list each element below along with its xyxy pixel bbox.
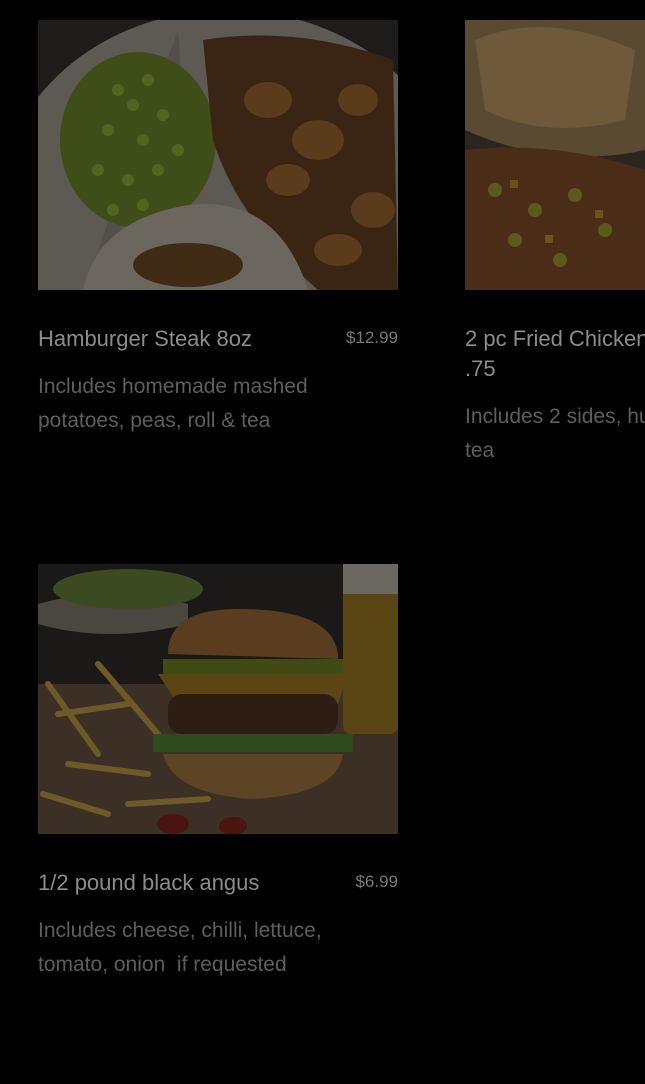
menu-page: Hamburger Steak 8oz $12.99 Includes home…: [0, 0, 645, 1084]
item-title-row: 1/2 pound black angus $6.99: [38, 868, 398, 898]
cheeseburger-photo: [38, 564, 398, 834]
item-price: $6.99: [355, 872, 398, 891]
item-price: $12.99: [346, 328, 398, 347]
item-title-row: Hamburger Steak 8oz $12.99: [38, 324, 398, 354]
item-name: 1/2 pound black angus: [38, 870, 260, 895]
item-description: Includes homemade mashed potatoes, peas,…: [38, 375, 314, 432]
menu-item-card[interactable]: Hamburger Steak 8oz $12.99 Includes home…: [38, 20, 398, 438]
item-title-row: 2 pc Fried Chicken white meat add .75: [465, 324, 645, 384]
menu-item-card[interactable]: 2 pc Fried Chicken white meat add .75 In…: [465, 20, 645, 468]
item-name: Hamburger Steak 8oz: [38, 326, 252, 351]
fried-chicken-photo: [465, 20, 645, 290]
item-name: 2 pc Fried Chicken white meat add .75: [465, 326, 645, 381]
hamburger-steak-photo: [38, 20, 398, 290]
menu-item-card[interactable]: 1/2 pound black angus $6.99 Includes che…: [38, 564, 398, 982]
item-description: Includes 2 sides, hushpuppies & tea: [465, 405, 645, 462]
item-description: Includes cheese, chilli, lettuce, tomato…: [38, 919, 328, 976]
